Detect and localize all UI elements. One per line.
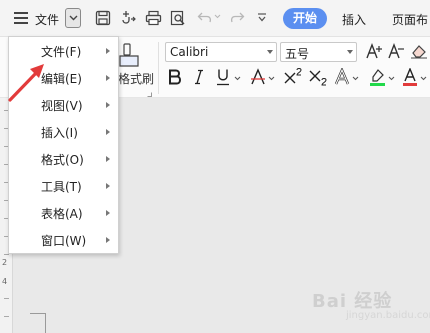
underline-dropdown-icon[interactable] <box>234 76 241 81</box>
font-size-value: 五号 <box>285 47 310 61</box>
submenu-arrow-icon <box>106 210 110 216</box>
tab-page-layout[interactable]: 页面布 <box>392 11 428 28</box>
watermark-url: jingyan.baidu.com <box>346 310 430 321</box>
print-icon[interactable] <box>145 10 162 26</box>
hamburger-menu-icon[interactable] <box>12 10 30 26</box>
menu-item-window[interactable]: 窗口(W) <box>9 227 118 253</box>
font-size-select[interactable]: 五号 <box>280 42 357 62</box>
export-icon[interactable] <box>120 10 138 26</box>
italic-icon[interactable] <box>194 69 204 85</box>
submenu-arrow-icon <box>106 237 110 243</box>
font-name-select[interactable]: Calibri <box>165 42 277 62</box>
menu-item-table[interactable]: 表格(A) <box>9 200 118 226</box>
chevron-down-icon <box>347 50 353 54</box>
font-name-value: Calibri <box>170 45 209 59</box>
ruler-number: 4 <box>2 277 8 286</box>
format-painter-label[interactable]: 格式刷 <box>118 70 154 87</box>
undo-icon[interactable] <box>197 11 213 24</box>
annotation-arrow-icon <box>8 64 44 102</box>
superscript-icon[interactable] <box>283 68 303 86</box>
highlight-icon[interactable] <box>369 68 386 87</box>
submenu-arrow-icon <box>106 48 110 54</box>
menu-item-label: 表格(A) <box>41 207 83 221</box>
subscript-icon[interactable] <box>308 68 328 86</box>
submenu-arrow-icon <box>106 129 110 135</box>
menu-item-label: 格式(O) <box>41 153 84 167</box>
submenu-arrow-icon <box>106 183 110 189</box>
menu-item-label: 窗口(W) <box>41 234 87 248</box>
font-color-icon[interactable] <box>402 68 418 87</box>
undo-dropdown-icon[interactable] <box>214 14 221 19</box>
submenu-arrow-icon <box>106 156 110 162</box>
chevron-down-icon <box>267 50 273 54</box>
tab-insert[interactable]: 插入 <box>342 11 366 28</box>
top-toolbar: 文件 开始 插入 页面布 <box>0 0 430 37</box>
menu-item-format[interactable]: 格式(O) <box>9 146 118 172</box>
font-color-dropdown-icon[interactable] <box>420 76 427 81</box>
page-corner-mark <box>45 313 46 333</box>
text-effect-icon[interactable] <box>334 68 350 86</box>
menu-item-tools[interactable]: 工具(T) <box>9 173 118 199</box>
strikethrough-dropdown-icon[interactable] <box>268 76 275 81</box>
print-preview-icon[interactable] <box>170 10 187 26</box>
redo-icon[interactable] <box>229 11 245 24</box>
chevron-down-icon <box>69 15 78 21</box>
customize-toolbar-icon[interactable] <box>257 13 267 22</box>
clipboard-expand-icon[interactable] <box>147 92 152 97</box>
submenu-arrow-icon <box>106 102 110 108</box>
format-painter-icon[interactable] <box>118 42 140 68</box>
menu-item-label: 插入(I) <box>41 126 78 140</box>
page-corner-mark <box>30 313 45 314</box>
tab-start[interactable]: 开始 <box>283 8 327 29</box>
submenu-arrow-icon <box>106 75 110 81</box>
highlight-dropdown-icon[interactable] <box>388 76 395 81</box>
underline-icon[interactable] <box>216 68 230 86</box>
text-effect-dropdown-icon[interactable] <box>352 76 359 81</box>
file-menu-label[interactable]: 文件 <box>35 11 59 28</box>
save-icon[interactable] <box>95 10 111 26</box>
clear-format-icon[interactable] <box>410 43 428 59</box>
strikethrough-icon[interactable] <box>250 68 266 86</box>
grow-font-icon[interactable] <box>366 42 383 60</box>
file-dropdown-button[interactable] <box>65 8 81 28</box>
bold-icon[interactable] <box>168 69 182 85</box>
shrink-font-icon[interactable] <box>388 42 405 60</box>
menu-item-label: 工具(T) <box>41 180 82 194</box>
ruler-number: 2 <box>2 258 8 267</box>
ribbon-divider <box>158 42 159 94</box>
menu-item-insert[interactable]: 插入(I) <box>9 119 118 145</box>
